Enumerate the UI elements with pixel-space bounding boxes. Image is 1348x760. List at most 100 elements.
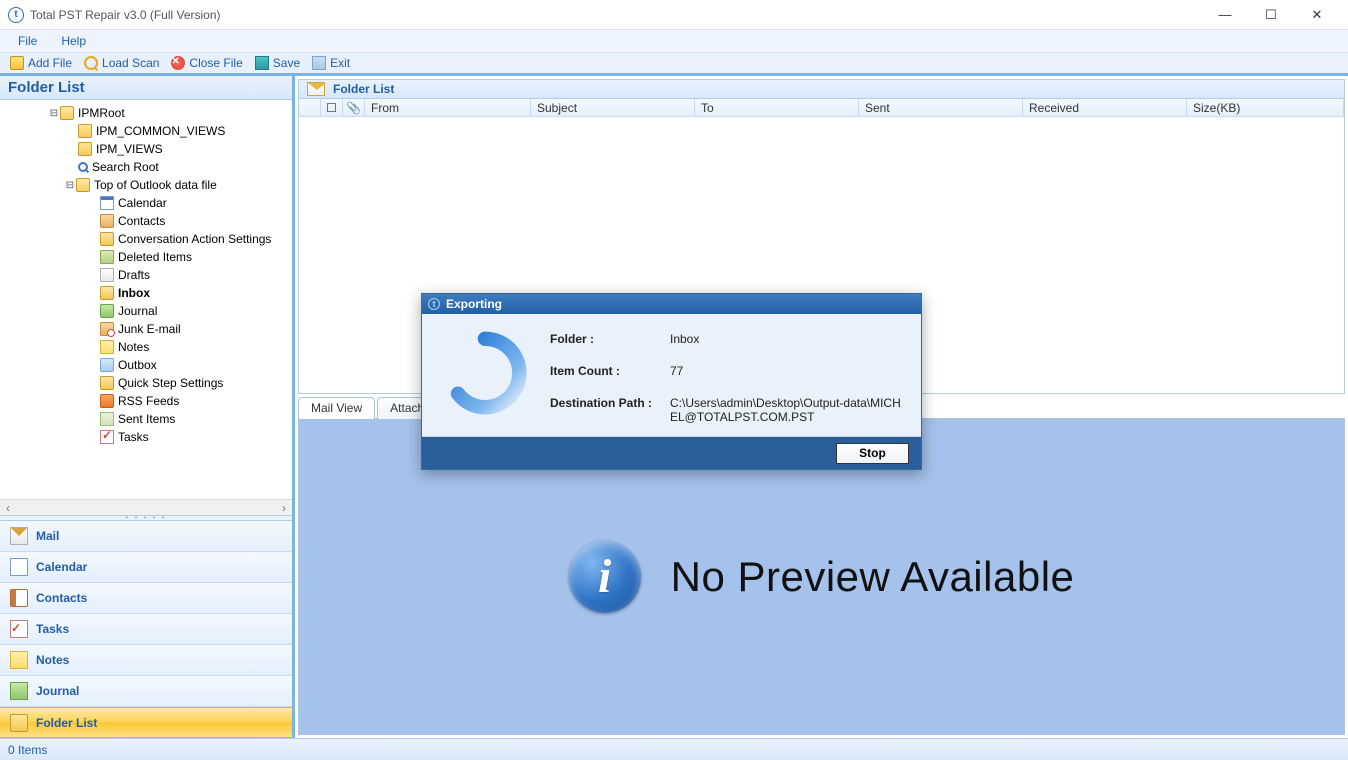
tree-node-notes[interactable]: Notes [4,338,292,356]
col-subject[interactable]: Subject [531,99,695,116]
item-count-label: Item Count : [550,364,670,378]
add-file-label: Add File [28,56,72,70]
collapse-icon[interactable]: ⊟ [48,108,60,119]
collapse-icon[interactable]: ⊟ [64,180,76,191]
col-received[interactable]: Received [1023,99,1187,116]
nav-journal[interactable]: Journal [0,676,292,707]
nav-contacts[interactable]: Contacts [0,583,292,614]
notes-icon [100,340,114,354]
load-scan-button[interactable]: Load Scan [78,55,165,71]
left-pane: Folder List ⊟ IPMRoot IPM_COMMON_VIEWS IP… [0,76,295,738]
drafts-icon [100,268,114,282]
tree-node-contacts[interactable]: Contacts [4,212,292,230]
tree-label: Junk E-mail [118,322,181,336]
stop-button[interactable]: Stop [836,443,909,464]
folder-value: Inbox [670,332,903,346]
maximize-button[interactable]: ☐ [1248,0,1294,30]
close-button[interactable]: ✕ [1294,0,1340,30]
minimize-button[interactable]: — [1202,0,1248,30]
menu-help[interactable]: Help [49,32,98,50]
tree-node-tasks[interactable]: Tasks [4,428,292,446]
save-icon [255,56,269,70]
close-file-icon: ✕ [171,56,185,70]
tree-label: Inbox [118,286,150,300]
col-sent[interactable]: Sent [859,99,1023,116]
junk-icon [100,322,114,336]
nav-tasks[interactable]: Tasks [0,614,292,645]
col-read[interactable]: ☐ [321,99,343,116]
tree-label: Conversation Action Settings [118,232,271,246]
status-item-count: 0 Items [8,743,47,757]
window-title: Total PST Repair v3.0 (Full Version) [30,8,221,22]
exit-label: Exit [330,56,350,70]
tree-label: Outbox [118,358,157,372]
tree-label: Quick Step Settings [118,376,223,390]
content-header-title: Folder List [333,82,394,96]
save-button[interactable]: Save [249,55,306,71]
no-preview-message: No Preview Available [671,553,1075,601]
tree-node-drafts[interactable]: Drafts [4,266,292,284]
tree-node-rss[interactable]: RSS Feeds [4,392,292,410]
mail-icon [10,527,28,545]
nav-label: Mail [36,529,59,543]
tree-node-ipm-common-views[interactable]: IPM_COMMON_VIEWS [4,122,292,140]
contacts-icon [100,214,114,228]
nav-label: Notes [36,653,69,667]
folder-icon [76,178,90,192]
tree-label: IPMRoot [78,106,125,120]
tree-node-quick-step[interactable]: Quick Step Settings [4,374,292,392]
sent-items-icon [100,412,114,426]
col-size[interactable]: Size(KB) [1187,99,1344,116]
folder-icon [100,376,114,390]
notes-icon [10,651,28,669]
nav-calendar[interactable]: Calendar [0,552,292,583]
tree-node-top-outlook[interactable]: ⊟Top of Outlook data file [4,176,292,194]
tab-mail-view[interactable]: Mail View [298,397,375,419]
col-attachment[interactable]: 📎 [343,99,365,116]
tree-label: Calendar [118,196,167,210]
col-to[interactable]: To [695,99,859,116]
col-flag[interactable] [299,99,321,116]
save-label: Save [273,56,300,70]
tree-node-journal[interactable]: Journal [4,302,292,320]
nav-notes[interactable]: Notes [0,645,292,676]
scroll-right-arrow-icon[interactable]: › [276,501,292,515]
window-titlebar: t Total PST Repair v3.0 (Full Version) —… [0,0,1348,30]
dialog-title: Exporting [446,297,502,311]
nav-folder-list[interactable]: Folder List [0,707,292,738]
nav-mail[interactable]: Mail [0,521,292,552]
tree-node-ipm-views[interactable]: IPM_VIEWS [4,140,292,158]
tree-label: Tasks [118,430,149,444]
dialog-titlebar[interactable]: t Exporting [422,294,921,314]
scroll-left-arrow-icon[interactable]: ‹ [0,501,16,515]
tree-node-calendar[interactable]: Calendar [4,194,292,212]
tree-node-outbox[interactable]: Outbox [4,356,292,374]
calendar-icon [10,558,28,576]
tree-node-sent-items[interactable]: Sent Items [4,410,292,428]
load-scan-label: Load Scan [102,56,159,70]
tree-node-inbox[interactable]: Inbox [4,284,292,302]
statusbar: 0 Items [0,738,1348,760]
tree-label: IPM_VIEWS [96,142,163,156]
deleted-items-icon [100,250,114,264]
folder-label: Folder : [550,332,670,346]
exit-button[interactable]: Exit [306,55,356,71]
tree-node-deleted-items[interactable]: Deleted Items [4,248,292,266]
tree-label: Contacts [118,214,165,228]
col-from[interactable]: From [365,99,531,116]
tree-node-ipmroot[interactable]: ⊟ IPMRoot [4,104,292,122]
progress-spinner-icon [440,328,530,418]
tree-node-conversation-action[interactable]: Conversation Action Settings [4,230,292,248]
add-file-button[interactable]: Add File [4,55,78,71]
tree-label: Drafts [118,268,150,282]
menu-file[interactable]: File [6,32,49,50]
close-file-button[interactable]: ✕ Close File [165,55,248,71]
close-file-label: Close File [189,56,242,70]
folder-tree[interactable]: ⊟ IPMRoot IPM_COMMON_VIEWS IPM_VIEWS Sear… [0,100,292,499]
tree-node-search-root[interactable]: Search Root [4,158,292,176]
tree-label: Sent Items [118,412,175,426]
menubar: File Help [0,30,1348,52]
dialog-row-count: Item Count : 77 [550,364,903,378]
folder-icon [78,124,92,138]
tree-node-junk[interactable]: Junk E-mail [4,320,292,338]
